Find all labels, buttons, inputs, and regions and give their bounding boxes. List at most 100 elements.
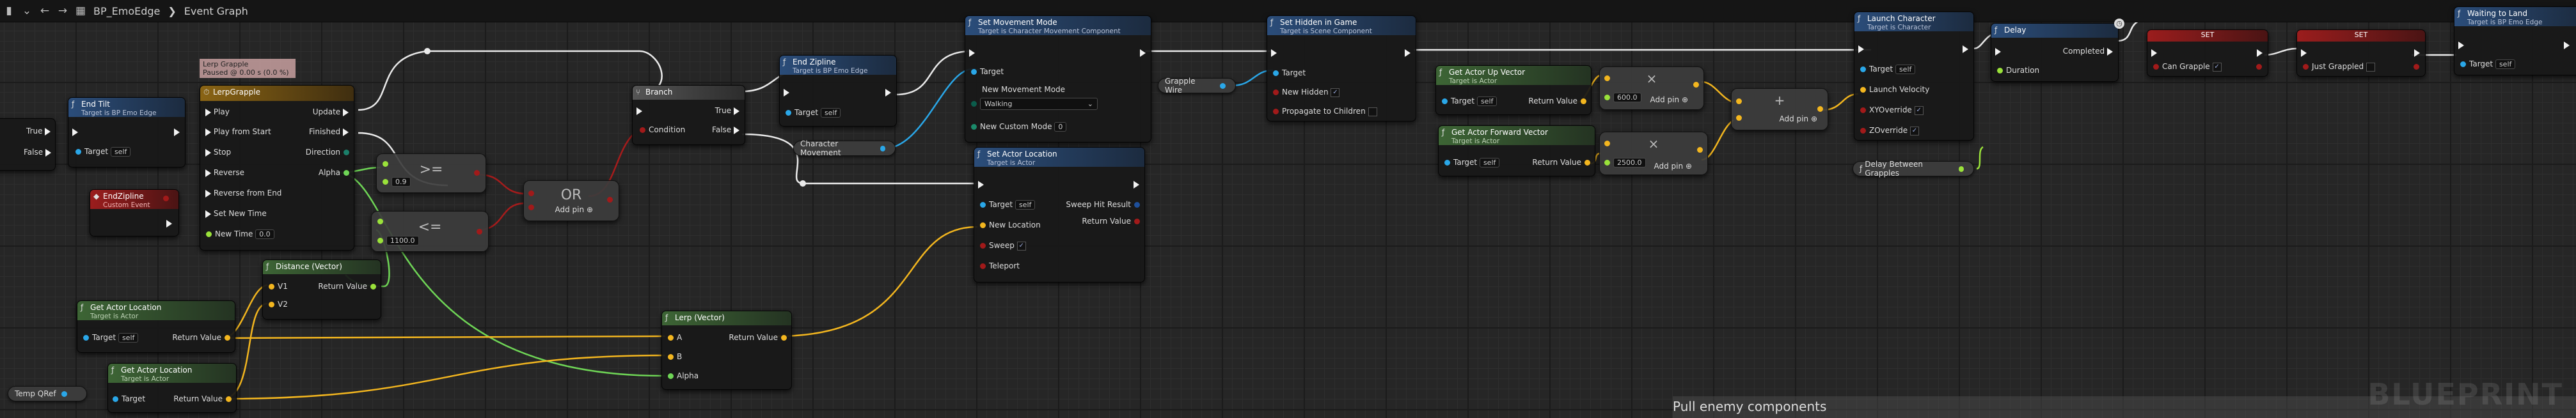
exec-out-pin[interactable] [166,219,172,228]
target-pin[interactable] [1442,98,1448,104]
value-checkbox[interactable]: ✓ [2212,62,2222,72]
exec-out-pin[interactable] [174,128,180,136]
input-b-pin[interactable] [1736,115,1742,121]
new-hidden-checkbox[interactable]: ✓ [1331,88,1340,97]
target-field[interactable]: self [1895,65,1916,74]
exec-out-pin[interactable] [2564,41,2570,49]
or-node[interactable]: OR Add pin ⊕ [523,180,619,221]
exec-in-pin[interactable] [978,180,984,189]
input-a-pin[interactable] [377,219,383,224]
sweep-checkbox[interactable]: ✓ [1016,241,1026,251]
xy-override-checkbox[interactable]: ✓ [1914,105,1924,115]
value-out-pin[interactable] [2256,64,2262,70]
result-pin[interactable] [1697,147,1703,153]
forward-arrow-icon[interactable]: → [54,2,72,20]
return-value-pin[interactable] [226,396,232,402]
value-field[interactable]: 600.0 [1613,93,1641,102]
result-pin[interactable] [607,197,613,203]
set-actor-location-node[interactable]: ƒ Set Actor Location Target is Actor Targe… [974,147,1145,283]
exec-in-pin[interactable] [72,128,78,136]
variable-out-pin[interactable] [1958,166,1964,172]
exec-in-play[interactable] [205,108,211,116]
back-arrow-icon[interactable]: ← [36,2,54,20]
get-actor-location-node[interactable]: ƒ Get Actor Location Target is Actor Targe… [77,300,235,353]
waiting-to-land-node[interactable]: ƒ Waiting to Land Target is BP Emo Edge Ta… [2454,6,2576,75]
add-vector-node[interactable]: + Add pin ⊕ [1731,88,1828,130]
new-location-pin[interactable] [980,222,986,228]
input-b-pin[interactable] [377,238,383,244]
set-movement-mode-node[interactable]: ƒ Set Movement Mode Target is Character Mo… [965,15,1151,143]
set-just-grappled-node[interactable]: SET Just Grappled [2296,29,2426,77]
input-a-pin[interactable] [1604,141,1610,146]
target-pin[interactable] [83,335,89,341]
branch-node-left[interactable]: True False [0,118,56,171]
exec-in-pin[interactable] [1995,47,2001,56]
exec-out-pin[interactable] [1963,45,1968,53]
target-pin[interactable] [113,396,118,402]
exec-out-pin[interactable] [2257,49,2263,57]
exec-in-set-new-time[interactable] [205,210,211,218]
exec-in-pin[interactable] [2458,41,2464,49]
alpha-pin[interactable] [668,373,674,379]
exec-in-pin[interactable] [2151,49,2157,57]
variable-out-pin[interactable] [61,391,67,397]
target-field[interactable]: self [110,147,131,157]
set-hidden-in-game-node[interactable]: ƒ Set Hidden in Game Target is Scene Compo… [1267,15,1416,121]
z-override-checkbox[interactable]: ✓ [1909,126,1919,135]
return-value-pin[interactable] [1584,160,1590,166]
new-time-field[interactable]: 0.0 [255,229,274,239]
distance-vector-node[interactable]: ƒ Distance (Vector) V1 V2 Return Value [262,259,381,320]
return-value-pin[interactable] [225,335,230,341]
input-a-pin[interactable] [1736,98,1742,104]
target-pin[interactable] [2460,61,2466,67]
result-pin[interactable] [477,229,482,235]
target-field[interactable]: self [2495,59,2516,69]
exec-in-pin[interactable] [784,88,789,97]
value-out-pin[interactable] [2414,64,2419,70]
add-pin-icon[interactable]: ⊕ [1811,114,1817,123]
exec-in-pin[interactable] [636,107,642,115]
add-pin-label[interactable]: Add pin [555,205,585,214]
get-actor-location-node-2[interactable]: ƒ Get Actor Location Target is Actor Targe… [107,363,237,413]
exec-out-update[interactable] [343,108,349,116]
variable-out-pin[interactable] [880,145,885,151]
delay-between-grapples-variable[interactable]: ƒ Delay Between Grapples [1853,160,1974,178]
new-hidden-pin[interactable] [1273,89,1279,95]
launch-velocity-pin[interactable] [1860,87,1866,93]
value-field[interactable]: 0.9 [391,177,411,187]
target-pin[interactable] [971,69,977,75]
add-pin-icon[interactable]: ⊕ [587,205,593,214]
return-value-pin[interactable] [1134,219,1140,224]
multiply-node-1[interactable]: × 600.0 Add pin ⊕ [1599,66,1704,110]
exec-out-pin[interactable] [1405,49,1410,57]
add-pin-label[interactable]: Add pin [1650,95,1680,104]
exec-out-false[interactable] [734,126,739,134]
target-pin[interactable] [1860,66,1866,72]
exec-in-pin[interactable] [2301,49,2307,57]
exec-out-true[interactable] [734,107,739,115]
result-pin[interactable] [1693,82,1699,88]
target-field[interactable]: self [118,333,139,343]
input-a-pin[interactable] [528,190,534,196]
delegate-pin[interactable] [163,196,169,201]
return-value-pin[interactable] [781,335,787,341]
add-pin-icon[interactable]: ⊕ [1682,95,1688,104]
exec-in-pin[interactable] [969,49,975,57]
dropdown-chevron-icon[interactable]: ⌄ [18,2,36,20]
movement-mode-pin[interactable] [971,101,977,107]
get-actor-forward-vector-node[interactable]: ƒ Get Actor Forward Vector Target is Actor… [1438,125,1595,176]
exec-in-reverse-from-end[interactable] [205,189,211,197]
exec-in-pin[interactable] [1271,49,1277,57]
launch-character-node[interactable]: ƒ Launch Character Target is Character Tar… [1854,12,1974,141]
a-pin[interactable] [668,335,674,341]
v1-pin[interactable] [269,284,274,290]
input-b-pin[interactable] [1604,160,1610,166]
branch-node[interactable]: ⑂ Branch Condition True False [632,85,745,145]
character-movement-variable[interactable]: Character Movement [793,139,896,157]
value-checkbox[interactable] [2366,62,2375,72]
value-field[interactable]: 2500.0 [1613,158,1646,167]
delay-node[interactable]: ƒ Delay Completed Duration ◷ [1991,19,2124,82]
direction-pin[interactable] [344,150,349,155]
sweep-pin[interactable] [980,243,986,249]
exec-in-pin[interactable] [1858,45,1864,53]
